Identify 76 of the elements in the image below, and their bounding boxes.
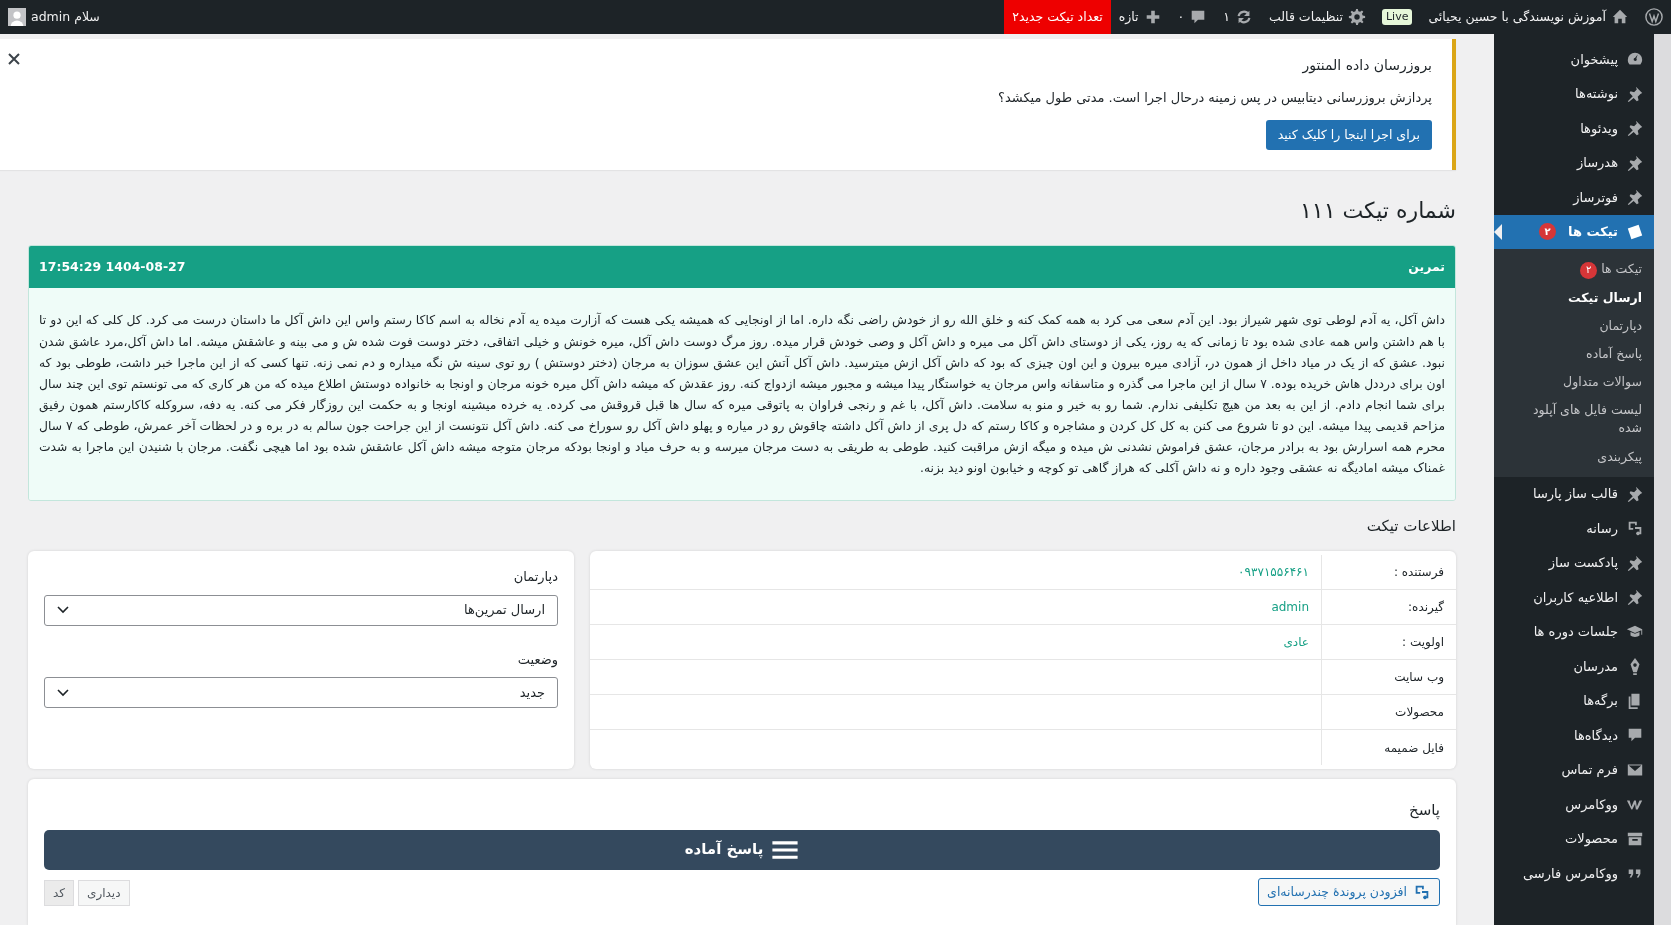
select-field[interactable]: ارسال تمرین‌ها: [44, 594, 558, 626]
greeting-link[interactable]: سلام admin: [31, 7, 100, 27]
submenu-item[interactable]: پاسخ آماده: [1494, 340, 1654, 369]
field-label: وضعیت: [516, 650, 558, 669]
sidebar-item[interactable]: پادکست ساز: [1494, 545, 1654, 581]
select-field[interactable]: جدید: [44, 677, 558, 708]
site-title-link[interactable]: آموزش نویسندگی با حسین یحیائی: [1428, 7, 1606, 27]
field-label: وب سایت: [1321, 660, 1456, 694]
field-label: محصولات: [1321, 695, 1456, 729]
comments-count[interactable]: ۰: [1177, 7, 1185, 27]
live-badge: Live: [1381, 8, 1413, 26]
media-icon: [1626, 519, 1644, 538]
submenu-item[interactable]: ارسال تیکت: [1494, 283, 1654, 312]
editor-tab[interactable]: کد: [44, 880, 74, 907]
sidebar-item[interactable]: فرم تماس: [1494, 752, 1654, 788]
sidebar-item[interactable]: رسانه: [1494, 511, 1654, 546]
count-badge: ۲: [1580, 261, 1598, 279]
sidebar-item[interactable]: ووکامرس فارسی: [1494, 856, 1654, 891]
pushpin-icon: [1626, 84, 1644, 103]
submenu-item[interactable]: تیکت ها ۲: [1494, 255, 1654, 284]
menu-icon: [771, 840, 800, 859]
sidebar-item[interactable]: دیدگاه‌ها: [1494, 718, 1654, 753]
scrollbar[interactable]: [1654, 34, 1671, 925]
home-icon[interactable]: [1611, 8, 1629, 26]
canned-reply-button[interactable]: پاسخ آماده: [44, 829, 1440, 870]
field-label: اولویت :: [1321, 625, 1456, 659]
field-label: فایل ضمیمه: [1321, 730, 1456, 765]
pushpin-icon: [1626, 188, 1644, 207]
editor-tab[interactable]: دیداری: [78, 880, 130, 907]
new-tickets-alert[interactable]: تعداد تیکت جدید۲: [1004, 0, 1111, 34]
submenu-item[interactable]: پیکربندی: [1494, 442, 1654, 471]
submenu-item[interactable]: لیست فایل های آپلود شده: [1494, 396, 1654, 443]
count-badge: ۲: [1539, 223, 1557, 241]
sidebar-item[interactable]: فوترساز: [1494, 180, 1654, 215]
field-label: فرستنده :: [1321, 555, 1456, 589]
pushpin-icon: [1626, 153, 1644, 172]
field-value: عادی: [1282, 634, 1310, 651]
section-heading: پاسخ: [1408, 800, 1440, 821]
sidebar-item[interactable]: ووکامرس: [1494, 787, 1654, 822]
sidebar-item[interactable]: اطلاعیه کاربران: [1494, 580, 1654, 615]
submenu-item[interactable]: سوالات متداول: [1494, 368, 1654, 397]
submenu-item[interactable]: دپارتمان: [1494, 311, 1654, 340]
field-value: ۰۹۳۷۱۵۵۶۴۶۱: [1237, 564, 1310, 581]
pushpin-icon: [1626, 484, 1644, 503]
add-media-button[interactable]: افزودن پروندهٔ چندرسانه‌ای: [1258, 877, 1440, 907]
sidebar-item[interactable]: محصولات: [1494, 821, 1654, 857]
gear-icon[interactable]: [1347, 8, 1366, 26]
pushpin-icon: [1626, 119, 1644, 138]
pushpin-icon: [1626, 553, 1644, 572]
sidebar-item[interactable]: جلسات دوره ها: [1494, 614, 1654, 650]
ticket-datetime: 1404-08-27 17:54:29: [39, 257, 186, 276]
new-link[interactable]: تازه: [1118, 7, 1139, 27]
sidebar-item[interactable]: قالب ساز پارسا: [1494, 476, 1654, 512]
sidebar-item[interactable]: نوشته‌ها: [1494, 76, 1654, 111]
notice-message: پردازش بروزرسانی دیتابیس در پس زمینه درحال اجرا است. مدتی طول میکشد؟: [997, 89, 1432, 108]
chevron-down-icon: [57, 606, 69, 614]
updates-count[interactable]: ۱: [1223, 7, 1231, 27]
field-label: گیرنده:: [1321, 590, 1456, 624]
sidebar-item[interactable]: هدرساز: [1494, 145, 1654, 180]
sidebar-item[interactable]: برگه‌ها: [1494, 683, 1654, 719]
sidebar-item[interactable]: مدرسان: [1494, 649, 1654, 684]
pushpin-icon: [1626, 588, 1644, 607]
page-title: شماره تیکت ۱۱۱: [1299, 198, 1456, 225]
run-update-button[interactable]: برای اجرا اینجا را کلیک کنید: [1265, 119, 1432, 151]
customize-link[interactable]: تنظیمات قالب: [1269, 7, 1343, 27]
section-heading: اطلاعات تیکت: [1365, 515, 1456, 537]
chevron-down-icon: [57, 688, 69, 697]
field-value: admin: [1270, 599, 1310, 616]
ticket-message: داش آکل، یه آدم لوطی توی شهر شیراز بود. این آدم سعی می کرد به همه کمک کنه و خلق الله رو از خودش راضی نگه داره. اما از اونجایی که همیشه یکی هست که آزارت میده یه آدم نخاله به اسم کاکا رستم واس این داش آکل ما داستان درست می کرد. کل کلی که این دو تا با هم داشتن واس همه عادی شده بود تا زمانی که یه روز، یکی از دوستای داش آکل می میره و داش آکل و وصی خودش قرار میده. روز مرگ دوست داش آکل، میره خونش و خیلی اتفاقی، دختر دوست فوت شده ش و می بینه و عاشقش میشه. اما داش آکل،مرد عاشق شدن نبود. عشق که از یک در میاد داخل از همون در، آزادی میره بیرون و این اون چیزی که بود که داش آکل ازش میترسید. داش آکل آتش این عشق سوزان به مرجان (دختر دوستش ) رو توی سینه ش نگه میداره و دم نمی زنه. تنها کسی که از این ماجرا خبر داشت، طوطی بود که اون برای درددل هاش خریده بوده. ۷ سال از این ماجرا می گذره و متاسفانه واس مرجان یه خواستگار پیدا میشه و مجبور میشه ازدواج کنه. روز عقدش که میشه داش آکل میره خونه مرجان و اونجا به خانواده دوستش اطلاع میده که من هر کاری که می تونستم توی این چند سال برای شما انجام دادم. از این به بعد من هیچ تکلیفی ندارم. شما رو به خیر و منو به سلامت. داش آکل، با غم و رنجی فراوان به پاتوقی میره که سال ها قبل قروقش می کرده. یه خرده میشینه اونجا و به حکمت این روزگار فکر می کنه. یه دفه، سروکله کاکارستم همون رفیق مزاحم قدیمی پیدا میشه. این دو تا شروع می کنن به کل کل کردن و مشاجره و کاکا رستم که دل پری از داش آکل داشته چاقوش رو در میاره و پهلو داش آکل رو سوراخ می کنه. داش آکل نتونست از این جراحت جون سالم به در بره و در لحظات آخر عمرش، طوطی که ۷ سال محرم همه اسرارش بود به برادر مرجان، عشق فراموش نشدنی ش میده و میگه ازش مراقبت کنید. طوطی به طریقی به دست مرجان میرسه و به حرف میاد و اونجا بودکه مرجان متوجه میشه داش آکل عاشقش شده بود اما هیچی نگفت. مرجان با شنیدن این ماجرا به شدت غمناک میشه امادیگه نه عشقی وجود داره و نه داش آکلی که هراز گاهی تو کوچه و خیابون اونو دید بزنه.: [39, 311, 1445, 478]
wordpress-logo-icon[interactable]: [1645, 8, 1663, 26]
sidebar-item[interactable]: پیشخوان: [1494, 42, 1654, 77]
sidebar-item[interactable]: ویدئوها: [1494, 111, 1654, 146]
field-label: دپارتمان: [512, 568, 558, 586]
notice-title: بروزرسان داده المنتور: [1301, 56, 1432, 76]
ticket-subject: تمرین: [1408, 257, 1445, 276]
close-icon[interactable]: [8, 53, 20, 65]
